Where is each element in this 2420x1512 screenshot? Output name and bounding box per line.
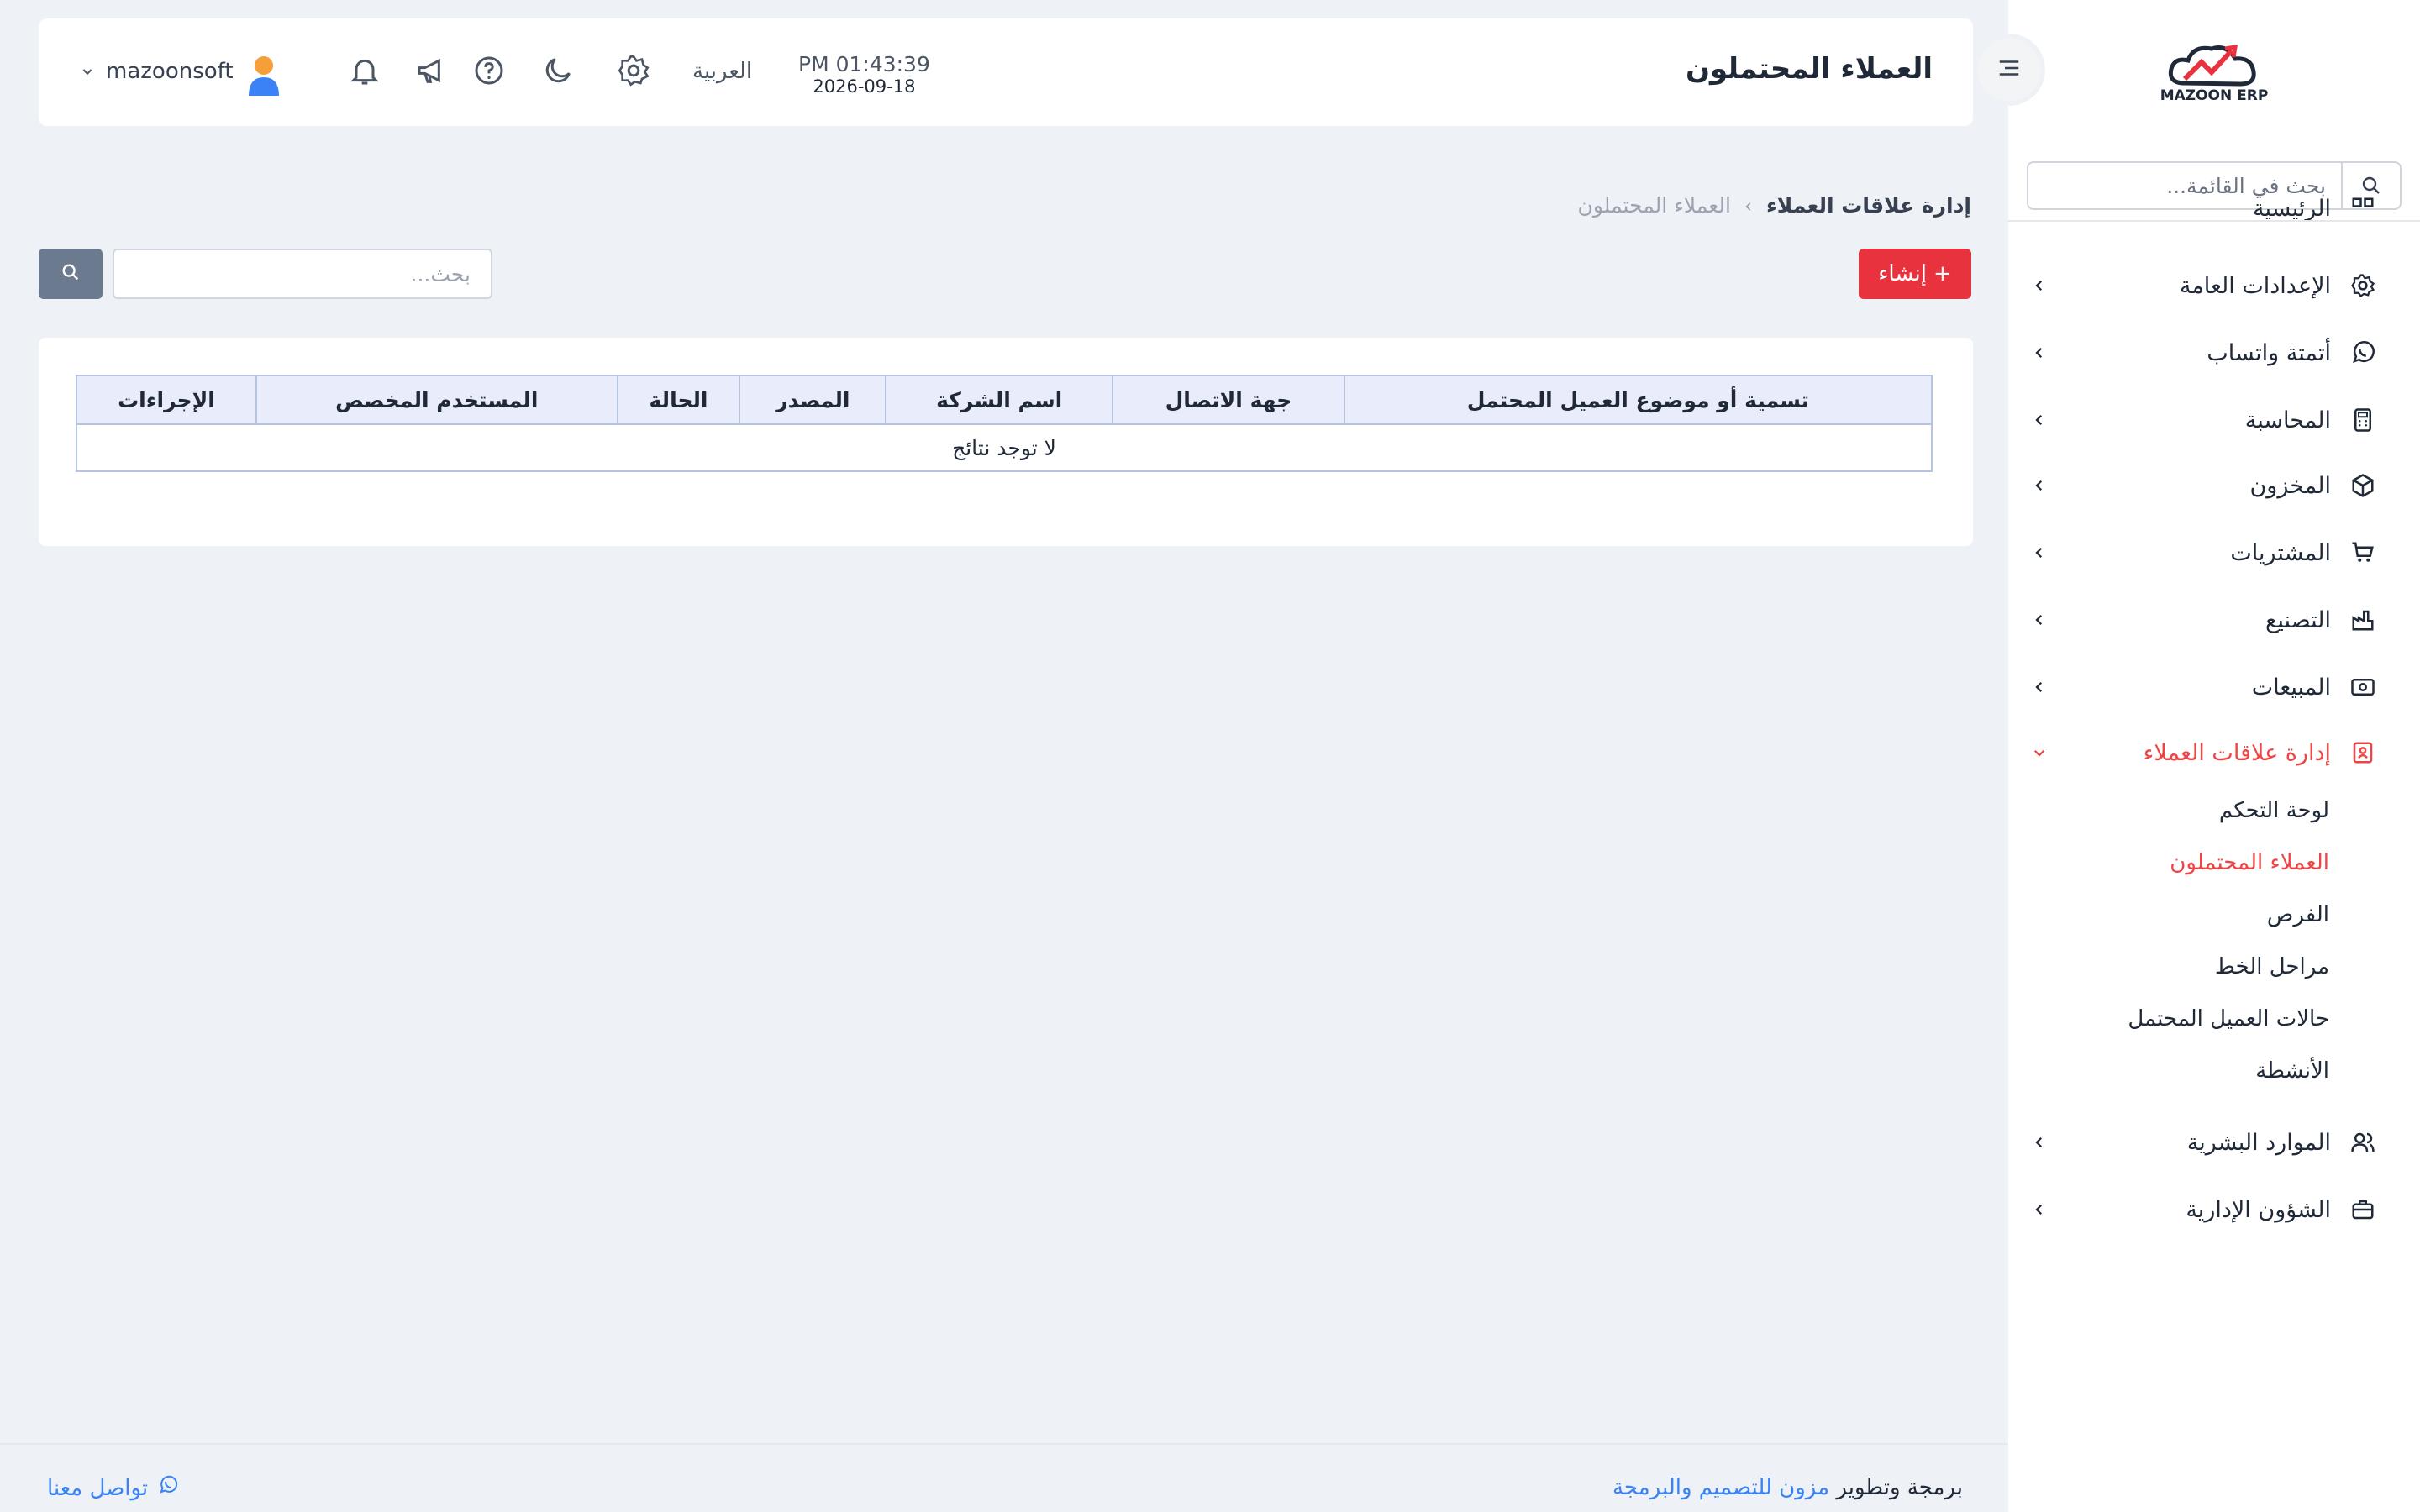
cart-icon: [2346, 536, 2380, 570]
whatsapp-icon: [158, 1475, 178, 1501]
sidebar-subitem-lead-statuses[interactable]: حالات العميل المحتمل: [2128, 1006, 2329, 1032]
chevron-left-icon: [2027, 1130, 2052, 1155]
sidebar-item-general-settings[interactable]: الإعدادات العامة: [2027, 260, 2380, 311]
whatsapp-icon: [2346, 336, 2380, 370]
search-input[interactable]: [114, 250, 491, 297]
calculator-icon: [2346, 403, 2380, 437]
chevron-left-icon: [1743, 193, 1754, 218]
clock-date: 2026-09-18: [813, 76, 916, 97]
page-title: العملاء المحتملون: [1685, 52, 1933, 86]
column-header-assigned-user[interactable]: المستخدم المخصص: [255, 375, 618, 425]
chevron-down-icon: [2027, 740, 2052, 765]
chevron-left-icon: [2027, 473, 2052, 498]
create-button[interactable]: + إنشاء: [1859, 249, 1971, 299]
column-header-lead-title[interactable]: تسمية أو موضوع العميل المحتمل: [1343, 375, 1933, 425]
sidebar-divider: [2008, 220, 2420, 222]
sidebar-item-admin-affairs[interactable]: الشؤون الإدارية: [2027, 1184, 2380, 1235]
search-button[interactable]: [39, 249, 103, 299]
sidebar: MAZOON ERP الرئيسية الإعدادات العامة أتم…: [2008, 0, 2420, 1512]
footer-credit: برمجة وتطوير مزون للتصميم والبرمجة: [1612, 1475, 1963, 1500]
breadcrumb-parent[interactable]: إدارة علاقات العملاء: [1766, 193, 1971, 218]
chevron-left-icon: [2027, 340, 2052, 365]
footer-divider: [0, 1443, 2008, 1445]
contact-label: تواصل معنا: [47, 1475, 149, 1501]
chevron-left-icon: [2027, 273, 2052, 298]
username: mazoonsoft: [106, 59, 234, 84]
sidebar-item-accounting[interactable]: المحاسبة: [2027, 395, 2380, 445]
sidebar-nav: الرئيسية الإعدادات العامة أتمتة واتساب ا…: [2008, 193, 2420, 1512]
breadcrumb-current: العملاء المحتملون: [1577, 193, 1731, 218]
sidebar-item-whatsapp[interactable]: أتمتة واتساب: [2027, 328, 2380, 378]
chevron-left-icon: [2027, 1197, 2052, 1222]
footer-credit-link[interactable]: مزون للتصميم والبرمجة: [1612, 1475, 1829, 1500]
column-header-status[interactable]: الحالة: [616, 375, 741, 425]
language-switch[interactable]: العربية: [692, 59, 752, 84]
chevron-left-icon: [2027, 675, 2052, 700]
sidebar-item-inventory[interactable]: المخزون: [2027, 460, 2380, 511]
gear-icon: [2346, 269, 2380, 302]
column-header-contact[interactable]: جهة الاتصال: [1112, 375, 1345, 425]
sidebar-item-home[interactable]: الرئيسية: [2027, 193, 2380, 234]
plus-icon: +: [1933, 261, 1952, 286]
megaphone-icon: [415, 54, 449, 91]
sidebar-item-purchases[interactable]: المشتريات: [2027, 528, 2380, 578]
chevron-left-icon: [2027, 607, 2052, 633]
table-row-empty: لا توجد نتائج: [76, 423, 1933, 472]
box-icon: [2346, 469, 2380, 502]
announcements-button[interactable]: [412, 52, 452, 92]
briefcase-icon: [2346, 1193, 2380, 1226]
notifications-button[interactable]: [345, 52, 385, 92]
moon-icon: [541, 54, 575, 91]
contact-link[interactable]: تواصل معنا: [47, 1475, 178, 1501]
sidebar-subitem-opportunities[interactable]: الفرص: [2267, 902, 2329, 927]
column-header-company[interactable]: اسم الشركة: [885, 375, 1114, 425]
cash-icon: [2346, 670, 2380, 704]
menu-icon: [1996, 55, 2022, 84]
dark-mode-button[interactable]: [538, 52, 578, 92]
search-icon: [61, 263, 80, 285]
empty-results-text: لا توجد نتائج: [76, 423, 1933, 472]
leads-table: تسمية أو موضوع العميل المحتمل جهة الاتصا…: [76, 375, 1933, 472]
top-bar: العملاء المحتملون PM 01:43:39 2026-09-18…: [39, 18, 1973, 126]
users-icon: [2346, 1126, 2380, 1159]
chevron-left-icon: [2027, 540, 2052, 565]
leads-table-card: تسمية أو موضوع العميل المحتمل جهة الاتصا…: [39, 338, 1973, 546]
footer-credit-prefix: برمجة وتطوير: [1836, 1475, 1963, 1500]
question-icon: [472, 54, 506, 91]
sidebar-item-hr[interactable]: الموارد البشرية: [2027, 1117, 2380, 1168]
column-header-source[interactable]: المصدر: [739, 375, 887, 425]
clock: PM 01:43:39 2026-09-18: [798, 52, 930, 97]
help-button[interactable]: [469, 52, 509, 92]
sidebar-subitem-dashboard[interactable]: لوحة التحكم: [2219, 798, 2329, 823]
sidebar-subitem-leads[interactable]: العملاء المحتملون: [2170, 850, 2329, 875]
sidebar-item-manufacturing[interactable]: التصنيع: [2027, 595, 2380, 645]
sidebar-toggle-button[interactable]: [1973, 34, 2045, 106]
chevron-down-icon: [81, 59, 94, 84]
chevron-left-icon: [2027, 407, 2052, 433]
breadcrumb: إدارة علاقات العملاء العملاء المحتملون: [1578, 193, 1971, 218]
sidebar-item-sales[interactable]: المبيعات: [2027, 662, 2380, 712]
column-header-actions: الإجراءات: [76, 375, 257, 425]
bell-icon: [348, 54, 381, 91]
sidebar-item-crm[interactable]: إدارة علاقات العملاء: [2027, 727, 2380, 778]
table-header-row: تسمية أو موضوع العميل المحتمل جهة الاتصا…: [76, 375, 1933, 425]
clock-time: PM 01:43:39: [798, 52, 930, 76]
user-menu[interactable]: mazoonsoft: [81, 59, 234, 84]
settings-button[interactable]: [613, 52, 654, 92]
create-label: إنشاء: [1878, 261, 1928, 286]
search-field[interactable]: [113, 249, 492, 299]
logo-text: MAZOON ERP: [2160, 87, 2269, 104]
gear-icon: [617, 54, 650, 91]
sidebar-subitem-pipeline-stages[interactable]: مراحل الخط: [2215, 954, 2329, 979]
sidebar-subitem-activities[interactable]: الأنشطة: [2255, 1058, 2329, 1084]
avatar[interactable]: [240, 50, 287, 97]
contacts-icon: [2346, 736, 2380, 769]
factory-icon: [2346, 603, 2380, 637]
